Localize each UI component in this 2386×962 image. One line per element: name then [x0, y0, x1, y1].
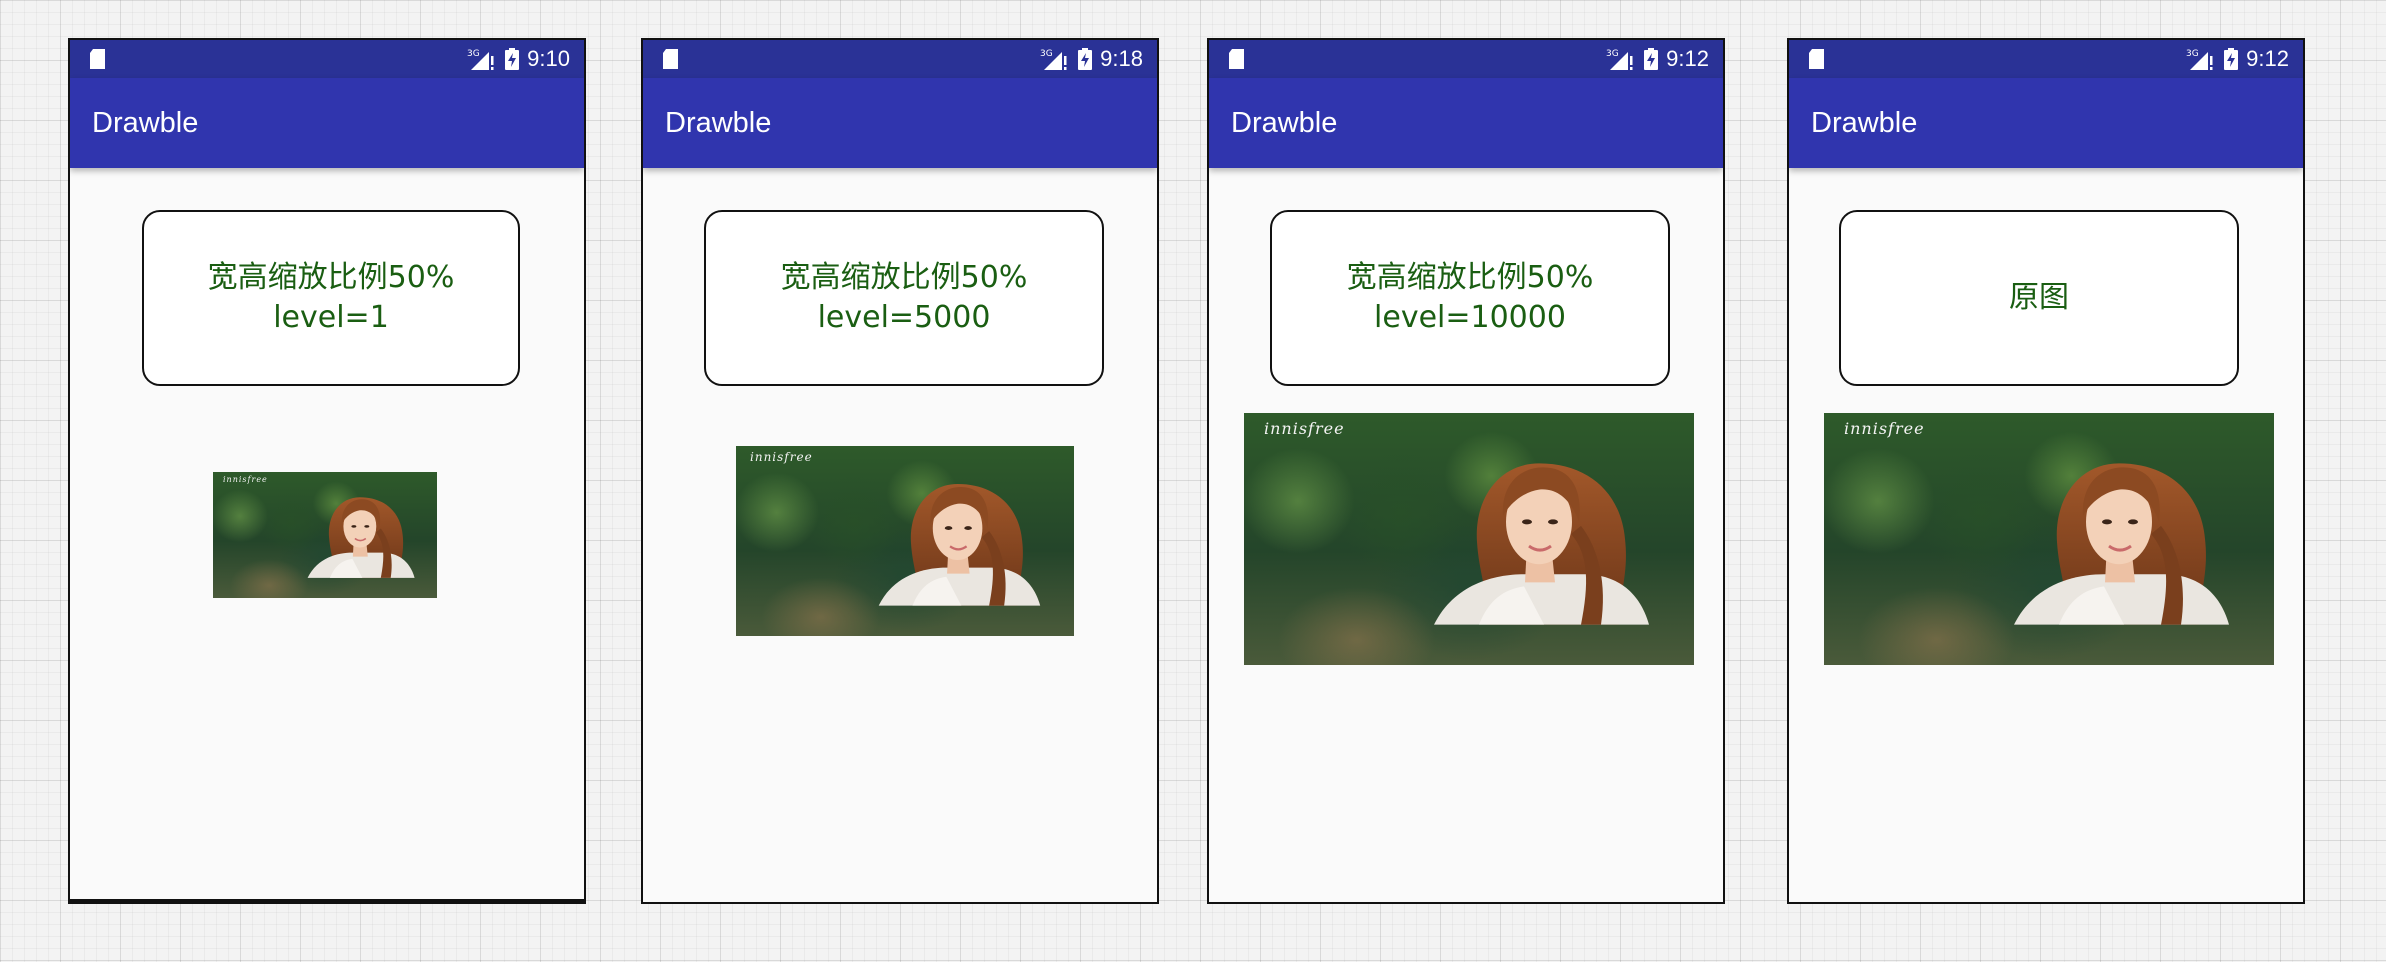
status-bar: 3G 9:12: [1789, 40, 2303, 78]
scaled-image: innisfree: [1244, 413, 1694, 665]
watermark-text: innisfree: [750, 450, 813, 464]
app-title: Drawble: [1811, 107, 1918, 139]
level-description: level=1: [273, 300, 389, 335]
status-time: 9:12: [1666, 46, 1709, 71]
battery-charging-icon: [2224, 48, 2239, 70]
network-type-label: 3G: [2186, 49, 2199, 59]
app-title: Drawble: [665, 107, 772, 139]
level-description: level=10000: [1374, 300, 1566, 335]
signal-3g-icon: 3G: [1606, 49, 1633, 70]
status-time: 9:18: [1100, 46, 1143, 71]
battery-charging-icon: [1078, 48, 1093, 70]
portrait-photo: [306, 496, 416, 579]
original-image-label: 原图: [2009, 280, 2069, 315]
sd-card-icon: [1229, 49, 1244, 69]
watermark-text: innisfree: [223, 475, 268, 484]
battery-charging-icon: [1644, 48, 1659, 70]
signal-3g-icon: 3G: [1040, 49, 1067, 70]
sd-card-icon: [663, 49, 678, 69]
phone-screen-4: 3G 9:12 Drawble 原图 innisfree: [1787, 38, 2305, 904]
description-box: 宽高缩放比例50% level=5000: [704, 210, 1104, 386]
portrait-photo: [877, 482, 1042, 607]
app-bar: Drawble: [1209, 78, 1723, 168]
status-bar: 3G 9:12: [1209, 40, 1723, 78]
phone-screen-2: 3G 9:18 Drawble 宽高缩放比例50% level=5000 inn…: [641, 38, 1159, 904]
original-image: innisfree: [1824, 413, 2274, 665]
description-box: 宽高缩放比例50% level=1: [142, 210, 520, 386]
battery-charging-icon: [505, 48, 520, 70]
scaled-image: innisfree: [736, 446, 1074, 636]
portrait-photo: [1432, 461, 1651, 627]
sd-card-icon: [90, 49, 105, 69]
status-time: 9:10: [527, 46, 570, 71]
phone-screen-3: 3G 9:12 Drawble 宽高缩放比例50% level=10000 in…: [1207, 38, 1725, 904]
network-type-label: 3G: [467, 49, 480, 59]
scale-description: 宽高缩放比例50%: [780, 260, 1028, 295]
level-description: level=5000: [817, 300, 991, 335]
watermark-text: innisfree: [1264, 419, 1345, 438]
app-bar: Drawble: [1789, 78, 2303, 168]
app-title: Drawble: [1231, 107, 1338, 139]
status-time: 9:12: [2246, 46, 2289, 71]
network-type-label: 3G: [1606, 49, 1619, 59]
app-title: Drawble: [92, 107, 199, 139]
watermark-text: innisfree: [1844, 419, 1925, 438]
scale-description: 宽高缩放比例50%: [207, 260, 455, 295]
description-box: 原图: [1839, 210, 2239, 386]
sd-card-icon: [1809, 49, 1824, 69]
network-type-label: 3G: [1040, 49, 1053, 59]
status-bar: 3G 9:10: [70, 40, 584, 78]
app-bar: Drawble: [643, 78, 1157, 168]
scale-description: 宽高缩放比例50%: [1346, 260, 1594, 295]
signal-3g-icon: 3G: [2186, 49, 2213, 70]
status-bar: 3G 9:18: [643, 40, 1157, 78]
portrait-photo: [2012, 461, 2231, 627]
scaled-image: innisfree: [213, 472, 437, 598]
signal-3g-icon: 3G: [467, 49, 494, 70]
app-bar: Drawble: [70, 78, 584, 168]
description-box: 宽高缩放比例50% level=10000: [1270, 210, 1670, 386]
phone-screen-1: 3G 9:10 Drawble 宽高缩放比例50% level=1 innisf…: [68, 38, 586, 904]
